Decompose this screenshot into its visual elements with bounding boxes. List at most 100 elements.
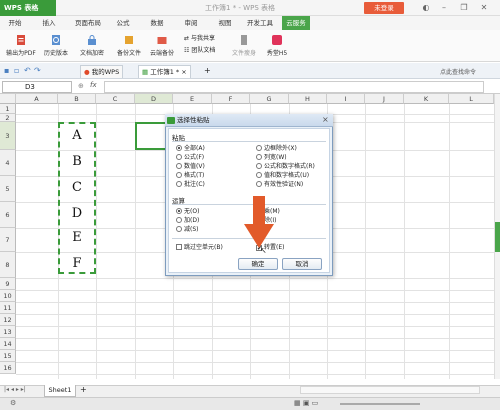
login-button[interactable]: 未登录: [364, 2, 404, 14]
row-header[interactable]: 2: [0, 114, 16, 122]
tab-data[interactable]: 数据: [146, 16, 168, 30]
row-header[interactable]: 3: [0, 122, 16, 150]
row-header[interactable]: 5: [0, 176, 16, 202]
column-header[interactable]: E: [173, 94, 212, 104]
minimize-icon[interactable]: –: [438, 2, 450, 14]
undo-icon[interactable]: ↶: [24, 66, 31, 75]
fx-icon[interactable]: fx: [90, 81, 97, 89]
cell-b8[interactable]: F: [58, 256, 96, 271]
column-header[interactable]: I: [327, 94, 365, 104]
radio-op-add[interactable]: 加(D): [176, 216, 199, 225]
row-header[interactable]: 13: [0, 326, 16, 338]
status-icon[interactable]: ⚙: [10, 399, 16, 407]
row-header[interactable]: 14: [0, 338, 16, 350]
formula-input[interactable]: [104, 81, 484, 93]
row-header[interactable]: 10: [0, 290, 16, 302]
command-search[interactable]: 点此查找命令: [440, 67, 476, 76]
shared-with-me-button[interactable]: ⇄ 与我共享: [184, 34, 224, 44]
tab-review[interactable]: 审阅: [180, 16, 202, 30]
column-header[interactable]: D: [135, 94, 173, 104]
horizontal-scrollbar[interactable]: [300, 386, 480, 394]
radio-paste-formula[interactable]: 公式(F): [176, 153, 204, 162]
slim-file-button[interactable]: 文件瘦身: [228, 32, 260, 60]
dialog-close-icon[interactable]: ×: [322, 115, 329, 124]
tab-cloud[interactable]: 云服务: [282, 16, 310, 30]
xiutang-button[interactable]: 秀堂H5: [262, 32, 292, 60]
new-tab-icon[interactable]: +: [204, 66, 211, 75]
cell-b6[interactable]: D: [58, 206, 96, 221]
redo-icon[interactable]: ↷: [34, 66, 41, 75]
row-header[interactable]: 1: [0, 104, 16, 114]
encrypt-button[interactable]: 文档加密: [76, 32, 108, 60]
tab-workbook[interactable]: ▦ 工作簿1 * ×: [138, 65, 191, 78]
name-box[interactable]: D3: [2, 81, 72, 93]
radio-paste-col-width[interactable]: 列宽(W): [256, 153, 287, 162]
radio-paste-formula-number[interactable]: 公式和数字格式(R): [256, 162, 315, 171]
radio-op-subtract[interactable]: 减(S): [176, 225, 199, 234]
row-header[interactable]: 9: [0, 278, 16, 290]
radio-button: [176, 145, 182, 151]
view-mode-icons[interactable]: ▦ ▣ ▭: [294, 399, 318, 407]
column-header[interactable]: J: [365, 94, 404, 104]
radio-paste-no-borders[interactable]: 边框除外(X): [256, 144, 297, 153]
export-pdf-button[interactable]: 输出为PDF: [4, 32, 38, 60]
sheet-nav-icons[interactable]: |◂ ◂ ▸ ▸|: [4, 386, 26, 393]
tab-my-wps-label: 我的WPS: [91, 68, 120, 76]
restore-icon[interactable]: ❐: [458, 2, 470, 14]
tab-insert[interactable]: 插入: [38, 16, 60, 30]
column-header[interactable]: A: [16, 94, 58, 104]
zoom-icon[interactable]: ⊕: [78, 82, 84, 90]
app-menu-button[interactable]: WPS 表格: [0, 0, 56, 16]
row-header[interactable]: 6: [0, 202, 16, 228]
row-header[interactable]: 4: [0, 150, 16, 176]
row-header[interactable]: 7: [0, 228, 16, 252]
radio-paste-all[interactable]: 全部(A): [176, 144, 205, 153]
close-tab-icon[interactable]: ×: [181, 68, 186, 76]
tab-page-layout[interactable]: 页面布局: [70, 16, 106, 30]
ok-button[interactable]: 确定: [238, 258, 278, 270]
column-header[interactable]: H: [289, 94, 327, 104]
row-header[interactable]: 16: [0, 362, 16, 374]
row-header[interactable]: 8: [0, 252, 16, 278]
save-icon[interactable]: ▪: [4, 66, 9, 75]
cell-b3[interactable]: A: [58, 128, 96, 143]
radio-paste-values[interactable]: 数值(V): [176, 162, 205, 171]
row-header[interactable]: 11: [0, 302, 16, 314]
radio-paste-value-number[interactable]: 值和数字格式(U): [256, 171, 309, 180]
column-header[interactable]: G: [250, 94, 289, 104]
backup-file-button[interactable]: 备份文件: [114, 32, 144, 60]
column-header[interactable]: K: [404, 94, 449, 104]
radio-paste-comments[interactable]: 批注(C): [176, 180, 205, 189]
column-header[interactable]: L: [449, 94, 494, 104]
tab-home[interactable]: 开始: [4, 16, 26, 30]
skin-icon[interactable]: ◐: [420, 2, 432, 14]
sheet-tab-sheet1[interactable]: Sheet1: [44, 385, 76, 397]
select-all-corner[interactable]: [0, 94, 16, 104]
checkbox-skip-blanks[interactable]: 跳过空单元(B): [176, 243, 223, 252]
add-sheet-icon[interactable]: +: [80, 385, 87, 394]
column-header[interactable]: F: [212, 94, 250, 104]
radio-paste-format[interactable]: 格式(T): [176, 171, 204, 180]
close-icon[interactable]: ✕: [478, 2, 490, 14]
cell-b7[interactable]: E: [58, 230, 96, 245]
cell-b4[interactable]: B: [58, 154, 96, 169]
cancel-button[interactable]: 取消: [282, 258, 322, 270]
cell-b5[interactable]: C: [58, 180, 96, 195]
row-header[interactable]: 15: [0, 350, 16, 362]
tab-developer[interactable]: 开发工具: [242, 16, 278, 30]
column-header[interactable]: C: [96, 94, 135, 104]
grid-line: [16, 350, 494, 351]
history-button[interactable]: 历史版本: [40, 32, 72, 60]
column-header[interactable]: B: [58, 94, 96, 104]
zoom-slider[interactable]: [340, 403, 420, 405]
team-doc-button[interactable]: ☷ 团队文档: [184, 46, 224, 56]
tab-my-wps[interactable]: ● 我的WPS: [80, 65, 124, 78]
tab-formula[interactable]: 公式: [112, 16, 134, 30]
side-panel-handle[interactable]: [495, 222, 500, 252]
row-header[interactable]: 12: [0, 314, 16, 326]
radio-op-none[interactable]: 无(O): [176, 207, 199, 216]
radio-paste-validation[interactable]: 有效性验证(N): [256, 180, 303, 189]
cloud-backup-button[interactable]: 云端备份: [146, 32, 178, 60]
tab-view[interactable]: 视图: [214, 16, 236, 30]
print-icon[interactable]: ▫: [14, 66, 19, 75]
